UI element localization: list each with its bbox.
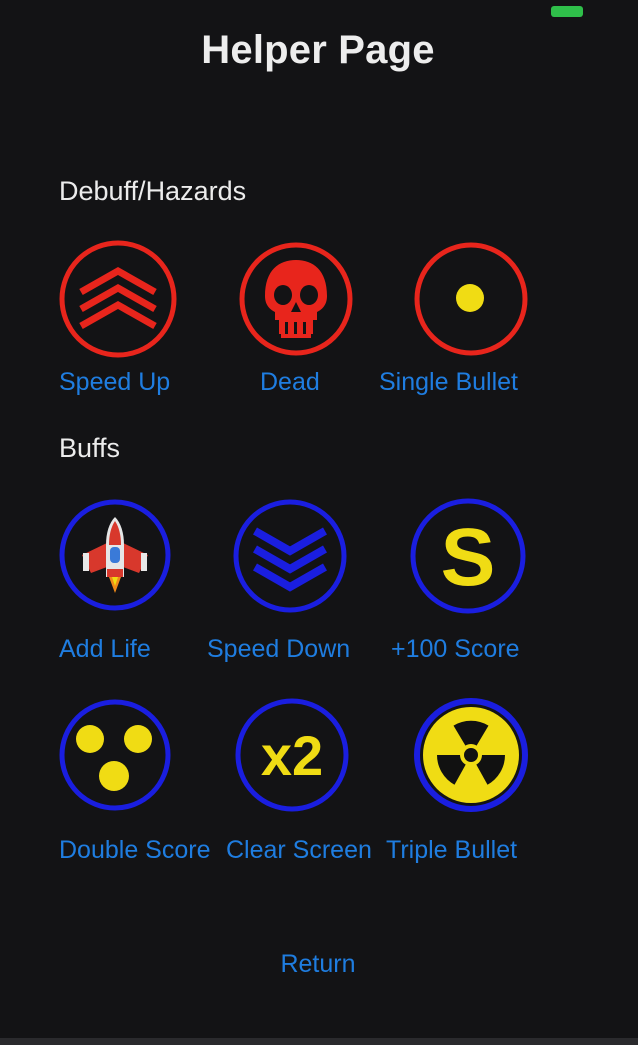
skull-icon[interactable] — [237, 240, 355, 358]
label-single-bullet[interactable]: Single Bullet — [379, 368, 518, 397]
return-button[interactable]: Return — [0, 950, 636, 979]
label-double-score[interactable]: Double Score — [59, 836, 210, 865]
speed-down-chevrons-icon[interactable] — [231, 497, 349, 615]
x2-text: x2 — [261, 724, 323, 787]
three-dots-icon[interactable] — [57, 697, 173, 813]
label-clear-screen[interactable]: Clear Screen — [226, 836, 372, 865]
bottom-edge — [0, 1038, 638, 1045]
x2-icon[interactable]: x2 — [231, 697, 353, 813]
label-add-life[interactable]: Add Life — [59, 635, 151, 664]
label-dead[interactable]: Dead — [260, 368, 320, 397]
label-speed-down[interactable]: Speed Down — [207, 635, 350, 664]
label-triple-bullet[interactable]: Triple Bullet — [386, 836, 517, 865]
single-dot-icon[interactable] — [413, 240, 529, 358]
section-heading-debuffs: Debuff/Hazards — [59, 176, 247, 206]
label-plus-100-score[interactable]: +100 Score — [391, 635, 520, 664]
spaceship-icon[interactable] — [57, 497, 173, 613]
letter-s-icon[interactable]: S — [407, 497, 529, 615]
radiation-icon[interactable] — [413, 697, 529, 813]
battery-indicator — [551, 6, 583, 17]
page-title: Helper Page — [201, 28, 435, 72]
speed-up-chevrons-icon[interactable] — [57, 240, 179, 358]
label-speed-up[interactable]: Speed Up — [59, 368, 170, 397]
section-heading-buffs: Buffs — [59, 433, 121, 463]
svg-text:S: S — [441, 512, 496, 603]
